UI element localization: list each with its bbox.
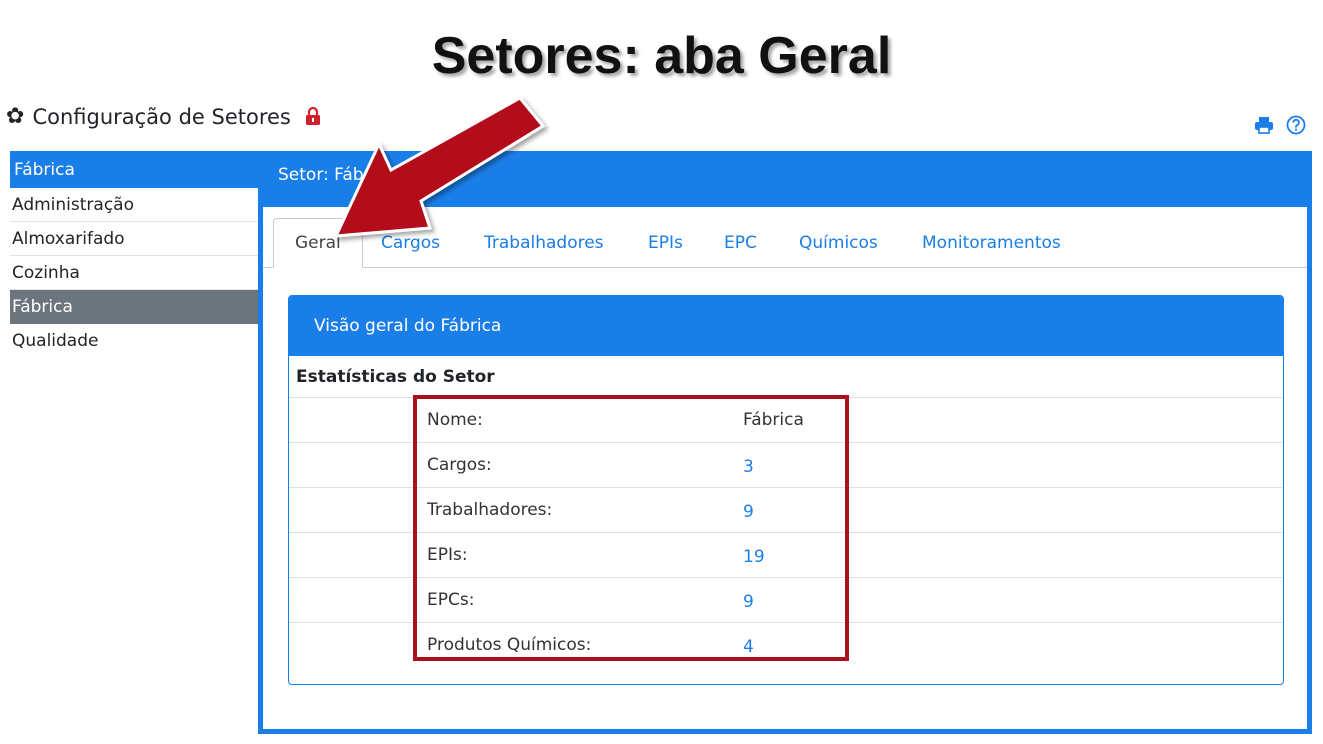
page-title: Configuração de Setores [32, 105, 291, 129]
main-panel: Setor: Fábrica Geral Cargos Trabalhadore… [258, 151, 1312, 734]
print-icon[interactable] [1253, 114, 1275, 136]
help-icon[interactable] [1285, 114, 1307, 136]
sidebar-item-almoxarifado[interactable]: Almoxarifado [10, 222, 258, 256]
stat-value: Fábrica [743, 410, 804, 430]
stat-label: Produtos Químicos: [427, 635, 592, 655]
tab-trabalhadores[interactable]: Trabalhadores [463, 218, 625, 267]
page-header: ✿ Configuração de Setores [6, 100, 323, 134]
stat-value-link[interactable]: 19 [743, 547, 765, 567]
tab-geral[interactable]: Geral [273, 218, 363, 268]
stat-value-link[interactable]: 4 [743, 637, 754, 657]
sidebar-item-qualidade[interactable]: Qualidade [10, 324, 258, 357]
stats-row: Produtos Químicos: 4 [289, 623, 1283, 667]
sector-title: Setor: Fábrica [278, 165, 396, 185]
stat-label: Nome: [427, 410, 483, 430]
stats-row: EPIs: 19 [289, 533, 1283, 578]
sidebar-item-fabrica[interactable]: Fábrica [10, 290, 258, 324]
card-title: Visão geral do Fábrica [289, 296, 1283, 356]
gear-icon: ✿ [6, 104, 25, 129]
overview-card: Visão geral do Fábrica Estatísticas do S… [288, 295, 1284, 685]
slide-title: Setores: aba Geral [431, 27, 892, 85]
stats-row: EPCs: 9 [289, 578, 1283, 623]
tab-bar: Geral Cargos Trabalhadores EPIs EPC Quím… [263, 207, 1307, 268]
stats-row: Cargos: 3 [289, 443, 1283, 488]
stats-row: Trabalhadores: 9 [289, 488, 1283, 533]
stat-label: Cargos: [427, 455, 492, 475]
stat-label: EPCs: [427, 590, 475, 610]
main-content: Geral Cargos Trabalhadores EPIs EPC Quím… [263, 207, 1307, 729]
stat-value-link[interactable]: 9 [743, 592, 754, 612]
tab-cargos[interactable]: Cargos [360, 218, 461, 267]
stat-label: Trabalhadores: [427, 500, 553, 520]
tab-monitoramentos[interactable]: Monitoramentos [901, 218, 1082, 267]
tab-epis[interactable]: EPIs [627, 218, 704, 267]
stat-value-link[interactable]: 3 [743, 457, 754, 477]
sidebar-header: Fábrica [10, 151, 258, 188]
sidebar-item-administracao[interactable]: Administração [10, 188, 258, 222]
sidebar-item-cozinha[interactable]: Cozinha [10, 256, 258, 290]
stats-row: Nome: Fábrica [289, 398, 1283, 443]
stat-value-link[interactable]: 9 [743, 502, 754, 522]
lock-icon[interactable] [305, 106, 323, 128]
tab-quimicos[interactable]: Químicos [778, 218, 899, 267]
stats-title: Estatísticas do Setor [289, 356, 1283, 398]
sidebar: Fábrica Administração Almoxarifado Cozin… [10, 151, 258, 357]
top-toolbar [1253, 114, 1307, 136]
tab-epc[interactable]: EPC [703, 218, 778, 267]
stat-label: EPIs: [427, 545, 468, 565]
